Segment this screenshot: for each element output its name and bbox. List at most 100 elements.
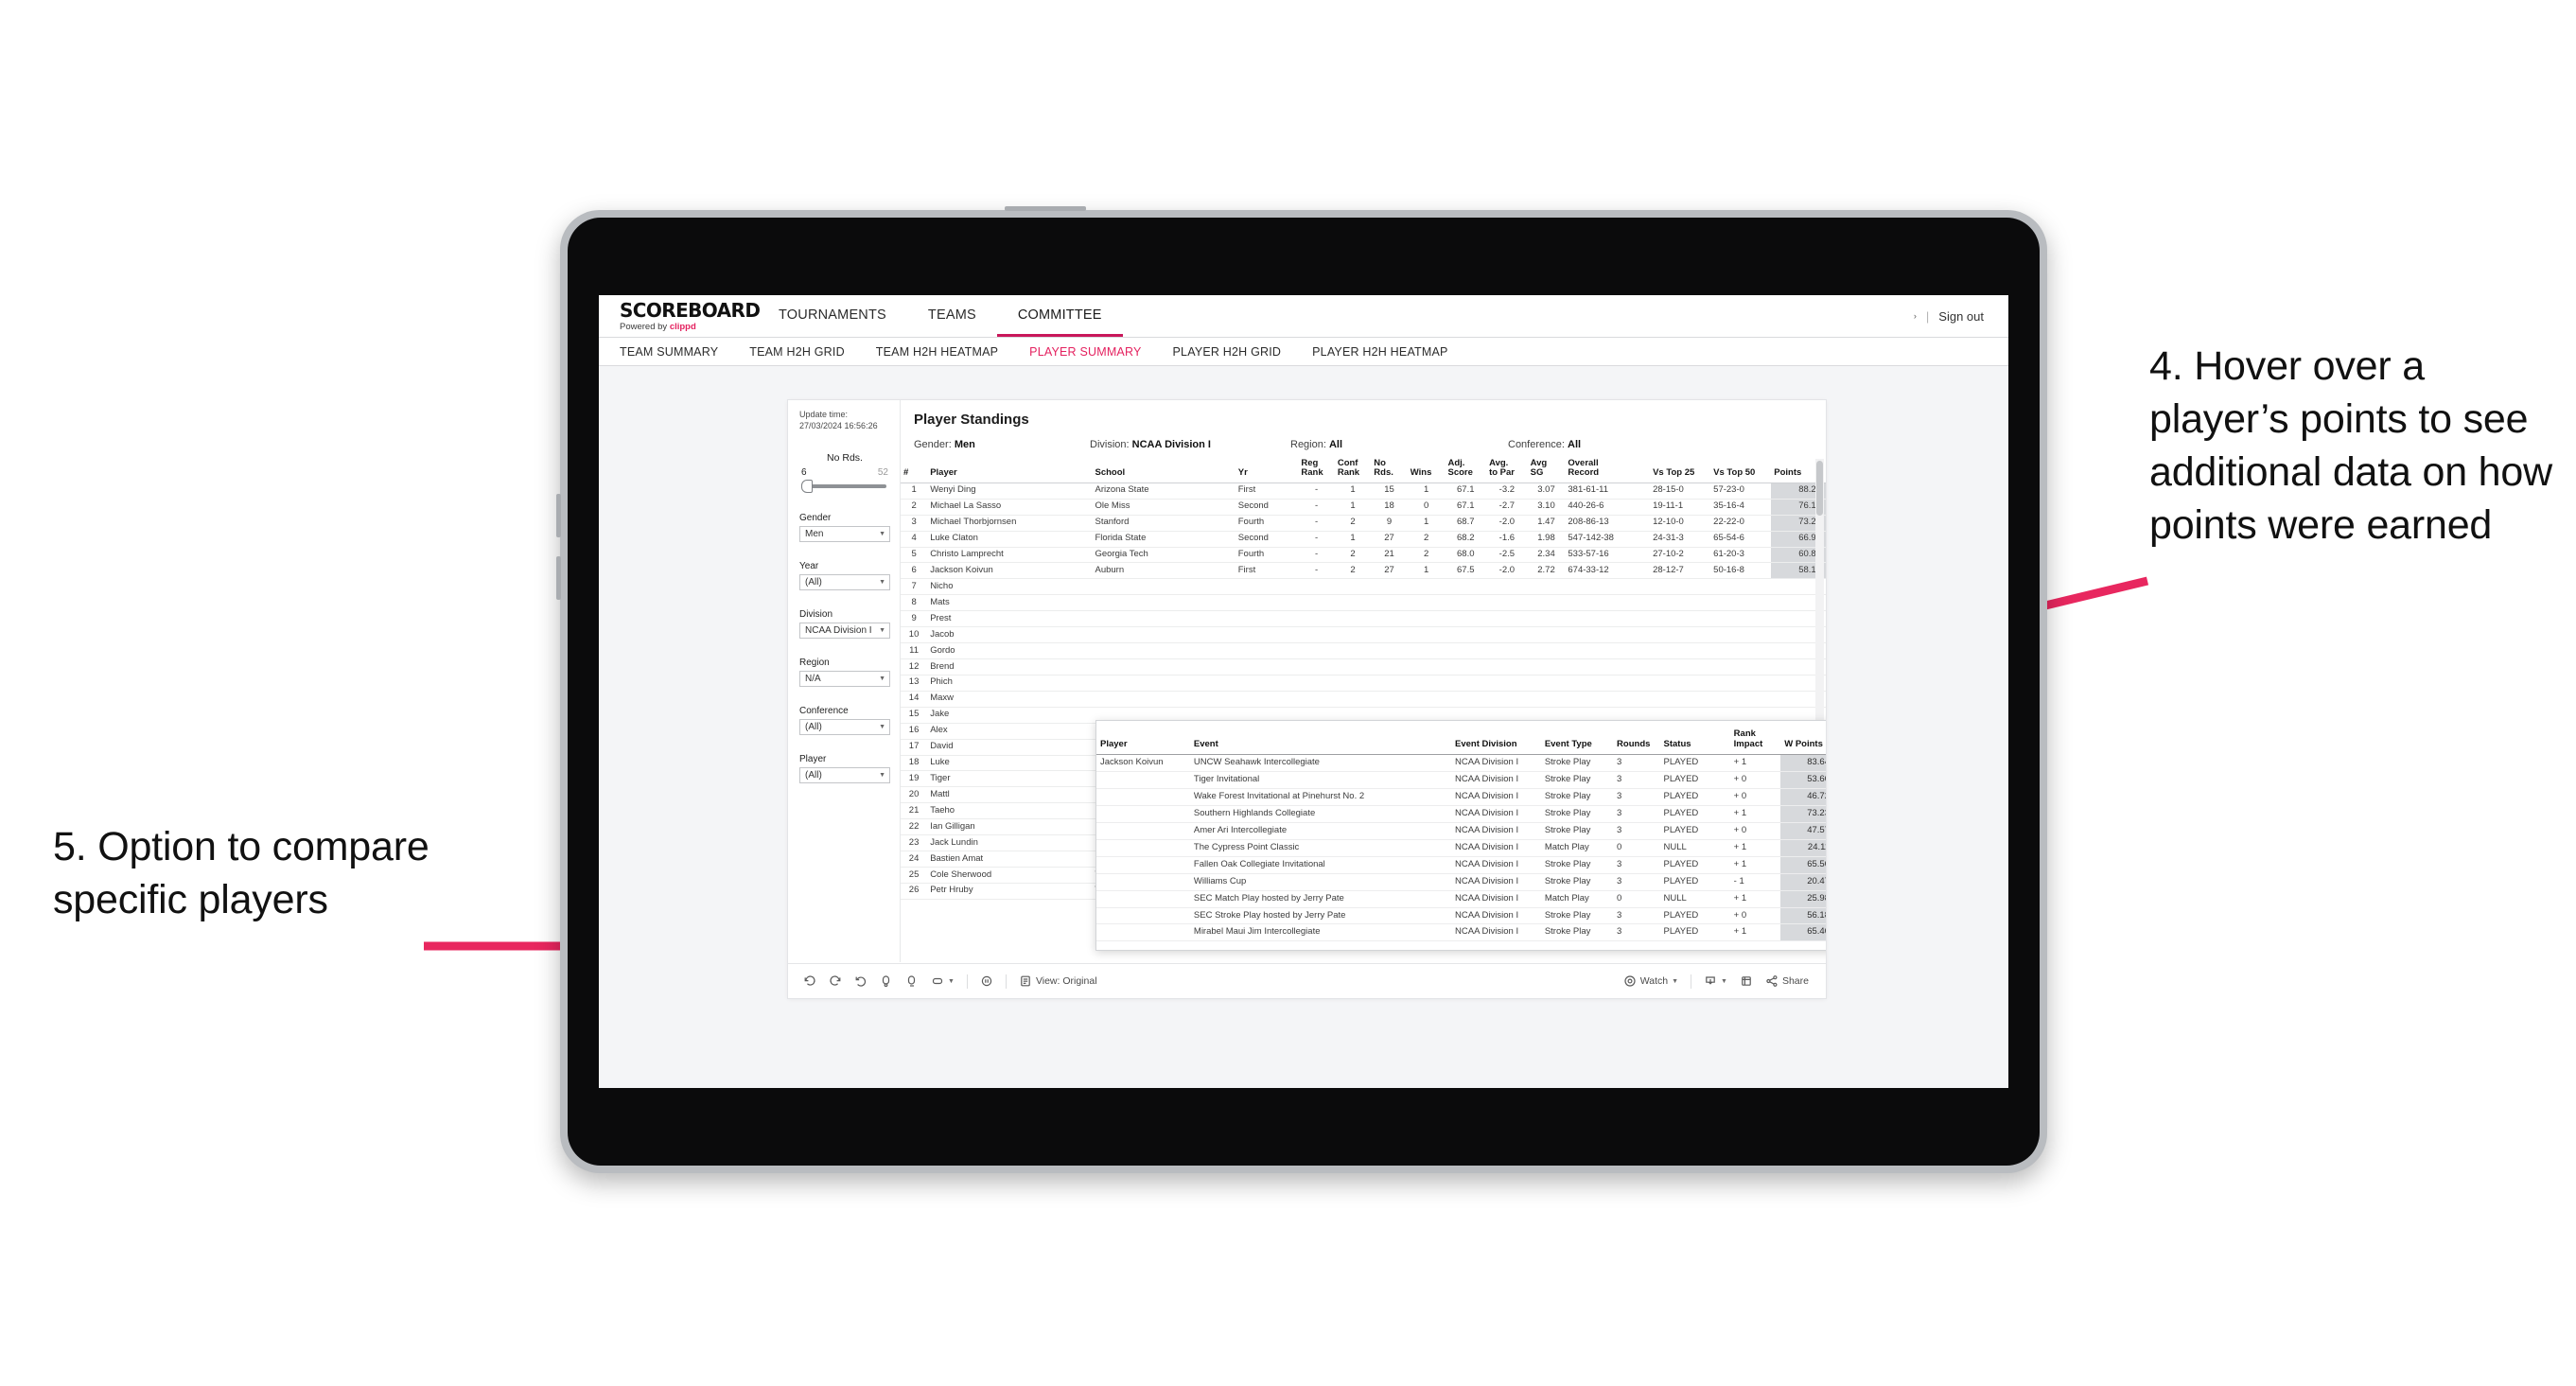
vs-top-25-cell: 12-10-0 [1650, 515, 1711, 532]
filter-conference-select[interactable]: (All) ▼ [799, 719, 890, 736]
tip-col-rank-impact: Rank Impact [1729, 721, 1781, 756]
download-button[interactable]: ▼ [1704, 974, 1727, 988]
table-row[interactable]: 10 Jacob [901, 626, 1826, 644]
standings-main-panel: Player Standings Gender: Men Division: N… [901, 400, 1826, 962]
player-cell: Mats [927, 594, 1093, 612]
tip-rounds-cell: 3 [1613, 754, 1660, 773]
table-row[interactable]: 11 Gordo [901, 642, 1826, 660]
filter-player-select[interactable]: (All) ▼ [799, 767, 890, 784]
col-school[interactable]: School [1092, 459, 1235, 483]
table-row[interactable]: 8 Mats [901, 594, 1826, 612]
tip-wpoints-cell: 46.72 [1780, 788, 1826, 807]
table-row[interactable]: 1 Wenyi Ding Arizona State First -1 15 1 67.1 -3… [901, 482, 1826, 500]
col-reg-rank[interactable]: Reg Rank [1298, 458, 1335, 483]
subnav-item-player-h2h-grid[interactable]: PLAYER H2H GRID [1173, 345, 1302, 359]
page-title: Player Standings [914, 412, 1029, 428]
sign-out-link[interactable]: Sign out [1938, 309, 1984, 324]
table-row[interactable]: 3 Michael Thorbjornsen Stanford Fourth -2 9 1 6… [901, 515, 1826, 532]
no-rounds-slider-track[interactable] [801, 480, 886, 494]
watch-button[interactable]: Watch ▼ [1623, 974, 1678, 988]
chevron-right-icon[interactable]: › [1914, 311, 1917, 321]
refresh-data-icon[interactable] [880, 974, 893, 988]
nav-item-teams[interactable]: TEAMS [907, 295, 997, 337]
table-row[interactable]: 9 Prest [901, 610, 1826, 628]
share-button[interactable]: Share [1765, 974, 1809, 988]
filter-division-select[interactable]: NCAA Division I ▼ [799, 623, 890, 640]
table-row[interactable]: 5 Christo Lamprecht Georgia Tech Fourth -2 21… [901, 547, 1826, 564]
vs-top-50-cell [1710, 578, 1772, 596]
tip-player-cell [1096, 890, 1190, 908]
avg-to-par-cell: -2.0 [1486, 562, 1528, 580]
avg-to-par-cell: -2.0 [1486, 515, 1528, 532]
filter-division-value: NCAA Division I [805, 625, 872, 637]
avg-sg-cell: 2.72 [1527, 562, 1566, 580]
undo-icon[interactable] [803, 974, 816, 988]
player-cell: Gordo [927, 642, 1093, 660]
col-avg-to-par[interactable]: Avg. to Par [1486, 458, 1528, 483]
app-logo[interactable]: SCOREBOARD Powered by clippd [599, 295, 761, 337]
reg-rank-cell: - [1298, 547, 1335, 564]
col-player[interactable]: Player [927, 459, 1093, 483]
subnav-item-player-summary[interactable]: PLAYER SUMMARY [1029, 345, 1161, 359]
toolbar-divider [1005, 974, 1007, 989]
redo-icon[interactable] [829, 974, 842, 988]
subnav-item-team-summary[interactable]: TEAM SUMMARY [620, 345, 738, 359]
tip-event-cell: Southern Highlands Collegiate [1189, 805, 1452, 823]
secondary-nav: TEAM SUMMARY TEAM H2H GRID TEAM H2H HEAT… [599, 338, 2008, 366]
tooltip-row: Fallen Oak Collegiate Invitational NCAA D… [1096, 856, 1826, 874]
col-yr[interactable]: Yr [1235, 459, 1299, 483]
table-row[interactable]: 4 Luke Claton Florida State Second -1 27 2 68.2… [901, 531, 1826, 548]
nav-item-tournaments[interactable]: TOURNAMENTS [758, 295, 907, 337]
table-row[interactable]: 2 Michael La Sasso Ole Miss Second -1 18 0 67.1… [901, 499, 1826, 516]
revert-icon[interactable] [854, 974, 867, 988]
subnav-item-player-h2h-heatmap[interactable]: PLAYER H2H HEATMAP [1312, 345, 1467, 359]
col-conf-rank[interactable]: Conf Rank [1334, 458, 1372, 483]
rank-cell: 9 [901, 610, 928, 628]
table-row[interactable]: 13 Phich [901, 675, 1826, 692]
subnav-item-team-h2h-heatmap[interactable]: TEAM H2H HEATMAP [876, 345, 1018, 359]
col-avg-sg[interactable]: Avg SG [1527, 458, 1566, 483]
conf-rank-cell: 1 [1334, 482, 1372, 500]
vs-top-50-cell: 57-23-0 [1710, 482, 1772, 500]
col-overall-record[interactable]: Overall Record [1565, 458, 1651, 483]
filter-gender-select[interactable]: Men ▼ [799, 526, 890, 543]
rank-cell: 25 [901, 867, 928, 884]
col-vs-top-25[interactable]: Vs Top 25 [1650, 459, 1711, 483]
col-rank[interactable]: # [901, 459, 928, 483]
school-cell [1092, 642, 1235, 660]
tip-rounds-cell: 3 [1613, 907, 1660, 925]
tooltip-row: SEC Match Play hosted by Jerry Pate NCAA … [1096, 890, 1826, 908]
col-wins[interactable]: Wins [1407, 459, 1446, 483]
table-row[interactable]: 6 Jackson Koivun Auburn First -2 27 1 67.5 -2.0 2… [901, 562, 1826, 580]
filter-year-select[interactable]: (All) ▼ [799, 574, 890, 591]
pause-refresh-icon[interactable] [980, 974, 993, 988]
wins-cell [1407, 626, 1446, 644]
filter-region-select[interactable]: N/A ▼ [799, 671, 890, 688]
tip-rounds-cell: 3 [1613, 923, 1660, 942]
subnav-item-team-h2h-grid[interactable]: TEAM H2H GRID [749, 345, 865, 359]
rank-cell: 21 [901, 802, 928, 820]
table-row[interactable]: 14 Maxw [901, 691, 1826, 708]
no-rounds-slider-handle[interactable] [801, 480, 813, 494]
table-row[interactable]: 12 Brend [901, 658, 1826, 675]
pause-updates-icon[interactable] [905, 974, 919, 988]
col-vs-top-50[interactable]: Vs Top 50 [1710, 459, 1772, 483]
rank-cell: 14 [901, 691, 928, 708]
year-cell: Second [1235, 499, 1299, 516]
fullscreen-button[interactable] [1740, 974, 1753, 988]
rank-cell: 10 [901, 626, 928, 644]
view-original-dropdown-icon[interactable]: ▼ [931, 974, 955, 988]
tip-col-rounds: Rounds [1613, 721, 1660, 756]
view-original-button[interactable]: View: Original [1019, 974, 1097, 988]
filter-conference-value: (All) [805, 722, 822, 733]
adj-score-cell [1445, 658, 1487, 675]
table-scrollbar-thumb[interactable] [1816, 461, 1823, 516]
no-rounds-cell [1371, 626, 1408, 644]
player-cell: Mattl [927, 786, 1093, 804]
table-row[interactable]: 7 Nicho [901, 578, 1826, 596]
year-cell [1235, 642, 1299, 660]
col-no-rounds[interactable]: No Rds. [1371, 458, 1408, 483]
col-adj-score[interactable]: Adj. Score [1445, 458, 1487, 483]
nav-item-committee[interactable]: COMMITTEE [996, 295, 1123, 337]
school-cell [1092, 610, 1235, 628]
